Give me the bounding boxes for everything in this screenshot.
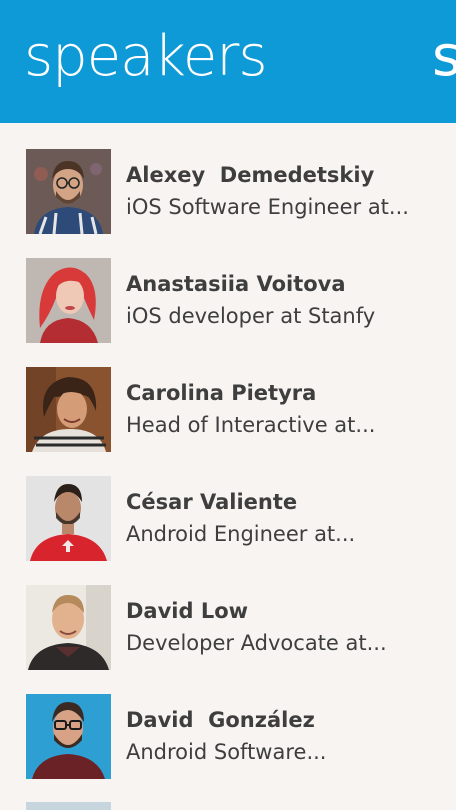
speaker-item[interactable]: Carolina Pietyra Head of Interactive at.… xyxy=(0,367,456,463)
speaker-subtitle: Android Engineer at... xyxy=(126,522,356,546)
speaker-subtitle: iOS developer at Stanfy xyxy=(126,304,376,328)
speaker-name: David González xyxy=(126,708,315,732)
speakers-list: Alexey Demedetskiy iOS Software Engineer… xyxy=(0,123,456,810)
speakers-page: speakers s Alexey Demedetskiy iOS Softwa… xyxy=(0,0,456,810)
speaker-subtitle: Android Software... xyxy=(126,740,327,764)
speaker-name: César Valiente xyxy=(126,490,298,514)
speaker-name: David Low xyxy=(126,599,249,623)
speaker-name: Carolina Pietyra xyxy=(126,381,317,405)
speaker-avatar xyxy=(26,585,111,670)
speaker-avatar xyxy=(26,694,111,779)
speaker-item[interactable]: David González Android Software... xyxy=(0,694,456,790)
page-header: speakers s xyxy=(0,0,456,123)
speaker-avatar xyxy=(26,367,111,452)
next-pivot-header[interactable]: s xyxy=(432,22,456,92)
speaker-item[interactable]: Anastasiia Voitova iOS developer at Stan… xyxy=(0,258,456,354)
speaker-item[interactable]: David Low Developer Advocate at... xyxy=(0,585,456,681)
speaker-avatar xyxy=(26,476,111,561)
speaker-name: Alexey Demedetskiy xyxy=(126,163,375,187)
speaker-item[interactable]: Alexey Demedetskiy iOS Software Engineer… xyxy=(0,149,456,245)
speaker-avatar xyxy=(26,258,111,343)
speaker-subtitle: iOS Software Engineer at... xyxy=(126,195,409,219)
speaker-avatar-partial[interactable] xyxy=(26,802,111,810)
speaker-name: Anastasiia Voitova xyxy=(126,272,346,296)
page-title: speakers xyxy=(24,24,268,89)
speaker-subtitle: Head of Interactive at... xyxy=(126,413,376,437)
speaker-avatar xyxy=(26,149,111,234)
speaker-subtitle: Developer Advocate at... xyxy=(126,631,387,655)
speaker-item[interactable]: César Valiente Android Engineer at... xyxy=(0,476,456,572)
